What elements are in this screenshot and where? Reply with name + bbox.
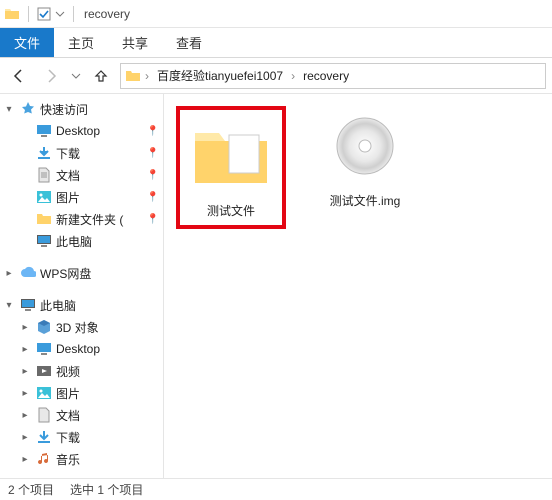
expander-icon[interactable]: ▸ <box>18 388 32 399</box>
chevron-right-icon[interactable]: › <box>289 69 297 83</box>
tree-item-desktop[interactable]: Desktop 📍 <box>0 120 163 142</box>
tree-label: 文档 <box>56 407 80 424</box>
nav-bar: › 百度经验tianyuefei1007 › recovery <box>0 58 552 94</box>
tree-label: 图片 <box>56 189 80 206</box>
pin-icon: 📍 <box>147 170 159 181</box>
cloud-icon <box>20 265 36 281</box>
dropdown-icon[interactable] <box>55 9 65 19</box>
expander-icon[interactable]: ▸ <box>18 366 32 377</box>
documents-icon <box>36 167 52 183</box>
tree-item-this-pc[interactable]: 此电脑 <box>0 230 163 252</box>
desktop-icon <box>36 341 52 357</box>
file-item-img[interactable]: 测试文件.img <box>310 106 420 229</box>
this-pc-icon <box>36 233 52 249</box>
expander-icon[interactable]: ▸ <box>18 410 32 421</box>
forward-button[interactable] <box>38 63 64 89</box>
checkbox-icon[interactable] <box>37 7 51 21</box>
tree-label: 快速访问 <box>40 101 88 118</box>
file-label: 测试文件.img <box>330 192 401 209</box>
pin-icon: 📍 <box>147 148 159 159</box>
tree-label: 文档 <box>56 167 80 184</box>
tree-item-documents[interactable]: ▸ 文档 <box>0 404 163 426</box>
quick-access-toolbar <box>4 6 78 22</box>
ribbon-tabs: 文件 主页 共享 查看 <box>0 28 552 58</box>
up-button[interactable] <box>88 63 114 89</box>
folder-icon <box>36 211 52 227</box>
tree-item-downloads[interactable]: 下载 📍 <box>0 142 163 164</box>
separator <box>73 6 74 22</box>
tree-item-3d-objects[interactable]: ▸ 3D 对象 <box>0 316 163 338</box>
expander-icon[interactable]: ▸ <box>18 454 32 465</box>
tree-label: 视频 <box>56 363 80 380</box>
status-selection: 选中 1 个项目 <box>70 481 143 498</box>
this-pc-icon <box>20 297 36 313</box>
tree-label: 下载 <box>56 145 80 162</box>
status-bar: 2 个项目 选中 1 个项目 <box>0 478 552 500</box>
expander-icon[interactable]: ▾ <box>2 104 16 115</box>
music-icon <box>36 451 52 467</box>
tree-label: WPS网盘 <box>40 265 91 282</box>
tree-item-documents[interactable]: 文档 📍 <box>0 164 163 186</box>
main-area: ▾ 快速访问 Desktop 📍 下载 📍 文档 📍 图片 📍 <box>0 94 552 478</box>
videos-icon <box>36 363 52 379</box>
expander-icon[interactable]: ▸ <box>18 322 32 333</box>
pin-icon: 📍 <box>147 126 159 137</box>
expander-icon[interactable]: ▸ <box>2 268 16 279</box>
pictures-icon <box>36 385 52 401</box>
history-dropdown[interactable] <box>70 71 82 81</box>
tree-group-quick-access[interactable]: ▾ 快速访问 <box>0 98 163 120</box>
tab-share[interactable]: 共享 <box>108 28 162 57</box>
tree-item-music[interactable]: ▸ 音乐 <box>0 448 163 470</box>
tree-item-downloads[interactable]: ▸ 下载 <box>0 426 163 448</box>
file-tab[interactable]: 文件 <box>0 28 54 57</box>
tree-label: Desktop <box>56 342 100 356</box>
file-item-folder[interactable]: 测试文件 <box>176 106 286 229</box>
tree-label: 图片 <box>56 385 80 402</box>
quick-access-icon <box>20 101 36 117</box>
tree-label: 下载 <box>56 429 80 446</box>
tree-group-wps[interactable]: ▸ WPS网盘 <box>0 262 163 284</box>
folder-icon <box>4 6 20 22</box>
downloads-icon <box>36 429 52 445</box>
pictures-icon <box>36 189 52 205</box>
folder-icon <box>125 68 141 84</box>
chevron-right-icon[interactable]: › <box>143 69 151 83</box>
pin-icon: 📍 <box>147 214 159 225</box>
tab-home[interactable]: 主页 <box>54 28 108 57</box>
tree-label: 此电脑 <box>56 233 92 250</box>
tree-group-this-pc[interactable]: ▾ 此电脑 <box>0 294 163 316</box>
tree-item-pictures[interactable]: ▸ 图片 <box>0 382 163 404</box>
file-label: 测试文件 <box>207 202 255 219</box>
breadcrumb-segment[interactable]: recovery <box>299 69 353 83</box>
nav-tree[interactable]: ▾ 快速访问 Desktop 📍 下载 📍 文档 📍 图片 📍 <box>0 94 164 478</box>
file-pane[interactable]: 测试文件 测试文件.img <box>164 94 552 478</box>
tree-label: 音乐 <box>56 451 80 468</box>
documents-icon <box>36 407 52 423</box>
folder-icon <box>186 116 276 196</box>
tree-label: 新建文件夹 ( <box>56 211 123 228</box>
expander-icon[interactable]: ▸ <box>18 344 32 355</box>
tree-item-videos[interactable]: ▸ 视频 <box>0 360 163 382</box>
address-bar[interactable]: › 百度经验tianyuefei1007 › recovery <box>120 63 546 89</box>
back-button[interactable] <box>6 63 32 89</box>
tab-view[interactable]: 查看 <box>162 28 216 57</box>
tree-label: 此电脑 <box>40 297 76 314</box>
breadcrumb-segment[interactable]: 百度经验tianyuefei1007 <box>153 67 287 84</box>
downloads-icon <box>36 145 52 161</box>
separator <box>28 6 29 22</box>
disc-icon <box>320 106 410 186</box>
window-title: recovery <box>84 7 130 21</box>
objects3d-icon <box>36 319 52 335</box>
tree-item-desktop[interactable]: ▸ Desktop <box>0 338 163 360</box>
tree-label: 3D 对象 <box>56 319 99 336</box>
expander-icon[interactable]: ▾ <box>2 300 16 311</box>
tree-label: Desktop <box>56 124 100 138</box>
title-bar: recovery <box>0 0 552 28</box>
status-item-count: 2 个项目 <box>8 481 54 498</box>
pin-icon: 📍 <box>147 192 159 203</box>
tree-item-pictures[interactable]: 图片 📍 <box>0 186 163 208</box>
desktop-icon <box>36 123 52 139</box>
tree-item-new-folder[interactable]: 新建文件夹 ( 📍 <box>0 208 163 230</box>
expander-icon[interactable]: ▸ <box>18 432 32 443</box>
